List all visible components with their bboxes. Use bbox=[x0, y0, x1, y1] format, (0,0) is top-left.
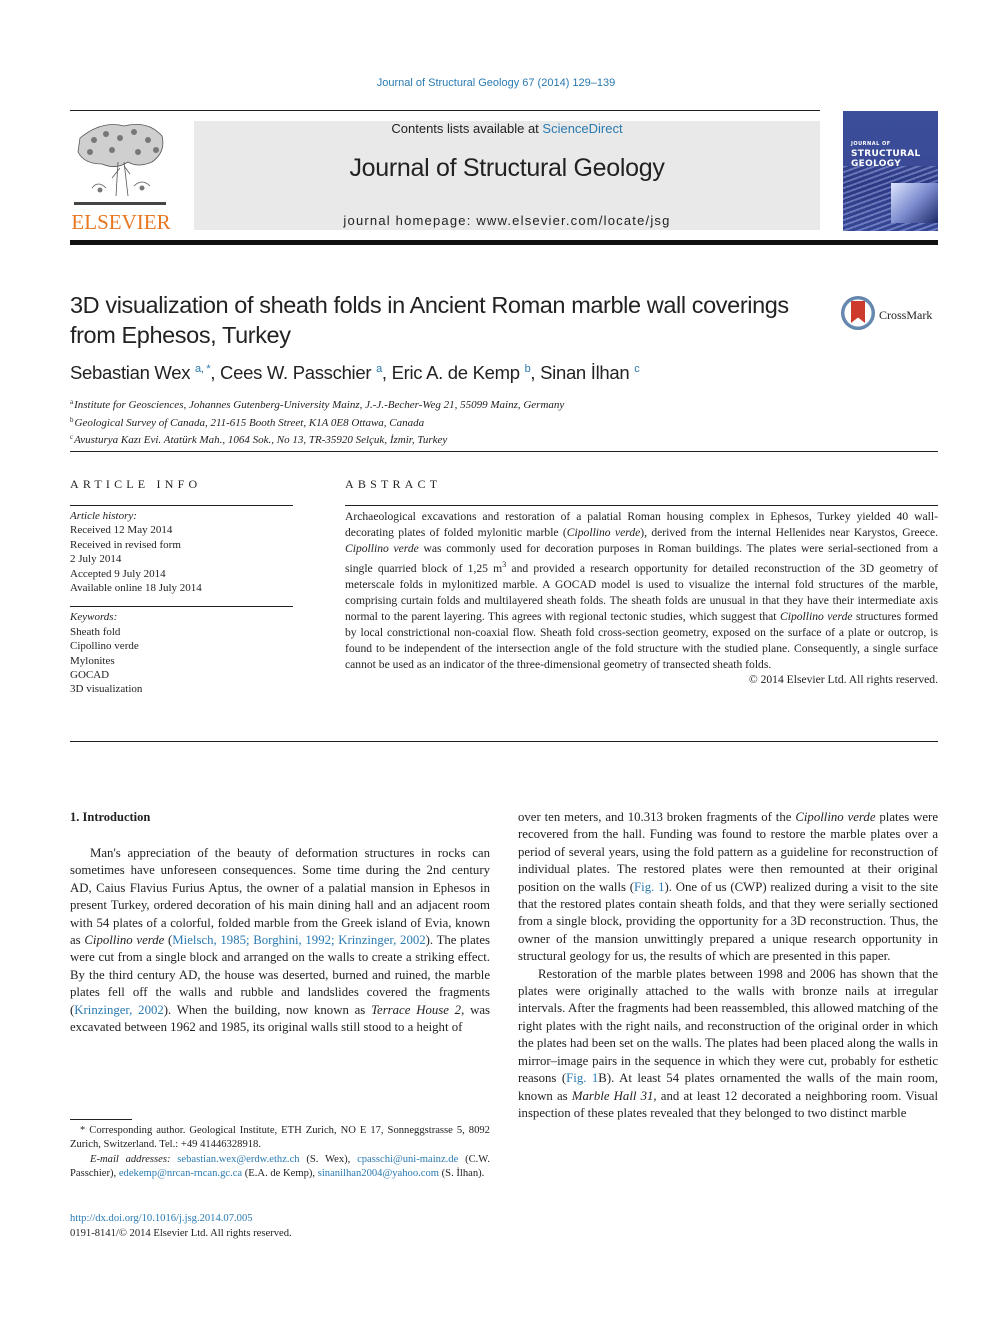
affiliation-text: Institute for Geosciences, Johannes Gute… bbox=[74, 399, 565, 411]
author-name[interactable]: Sebastian Wex bbox=[70, 362, 191, 383]
history-item: Received in revised form bbox=[70, 538, 181, 551]
journal-name: Journal of Structural Geology bbox=[349, 154, 665, 182]
keyword-item: GOCAD bbox=[70, 669, 110, 682]
article-info-rule bbox=[70, 505, 293, 506]
header-rule bbox=[70, 110, 820, 111]
keyword-item: Mylonites bbox=[70, 654, 115, 667]
cover-title-line1: JOURNAL OF bbox=[851, 141, 891, 147]
journal-banner: Contents lists available at ScienceDirec… bbox=[194, 121, 820, 230]
body-right-column: over ten meters, and 10.313 broken fragm… bbox=[518, 809, 938, 1122]
doi-block: http://dx.doi.org/10.1016/j.jsg.2014.07.… bbox=[70, 1211, 292, 1241]
abstract-divider bbox=[70, 741, 938, 742]
history-item: Received 12 May 2014 bbox=[70, 524, 173, 537]
affiliation-item: aInstitute for Geosciences, Johannes Gut… bbox=[70, 395, 564, 413]
affiliation-item: bGeological Survey of Canada, 211-615 Bo… bbox=[70, 413, 564, 431]
cover-rock-image bbox=[891, 183, 938, 223]
figure-link[interactable]: Fig. 1 bbox=[566, 1071, 598, 1085]
author-affil-marker[interactable]: c bbox=[634, 363, 640, 375]
email-link[interactable]: sebastian.wex@erdw.ethz.ch bbox=[177, 1154, 299, 1165]
keyword-item: Cipollino verde bbox=[70, 640, 139, 653]
keyword-item: 3D visualization bbox=[70, 683, 143, 696]
reference-link[interactable]: Krinzinger, 2002 bbox=[74, 1003, 164, 1017]
footnote-rule bbox=[70, 1119, 132, 1120]
body-left-column: Man's appreciation of the beauty of defo… bbox=[70, 845, 490, 1036]
elsevier-logo[interactable]: ELSEVIER bbox=[70, 118, 172, 234]
cover-title: JOURNAL OF STRUCTURAL GEOLOGY bbox=[851, 139, 921, 169]
affiliation-marker: b bbox=[70, 415, 74, 424]
contents-line: Contents lists available at ScienceDirec… bbox=[194, 121, 820, 136]
author-name[interactable]: Sinan İlhan bbox=[540, 362, 630, 383]
paragraph: Man's appreciation of the beauty of defo… bbox=[70, 846, 491, 1035]
author-name[interactable]: Eric A. de Kemp bbox=[392, 362, 520, 383]
issn-copyright: 0191-8141/© 2014 Elsevier Ltd. All right… bbox=[70, 1228, 292, 1239]
history-item: Available online 18 July 2014 bbox=[70, 582, 202, 595]
cover-title-line3: GEOLOGY bbox=[851, 159, 902, 169]
elsevier-wordmark: ELSEVIER bbox=[71, 210, 171, 234]
abstract-heading: ABSTRACT bbox=[345, 477, 442, 491]
journal-cover-image[interactable]: JOURNAL OF STRUCTURAL GEOLOGY bbox=[843, 111, 938, 231]
affiliation-marker: c bbox=[70, 433, 74, 441]
history-item: 2 July 2014 bbox=[70, 553, 122, 566]
keywords: Keywords: Sheath fold Cipollino verde My… bbox=[70, 610, 293, 696]
corresponding-author-note: * Corresponding author. Geological Insti… bbox=[70, 1125, 490, 1151]
article-history: Article history: Received 12 May 2014 Re… bbox=[70, 509, 293, 595]
article-title: 3D visualization of sheath folds in Anci… bbox=[70, 292, 789, 348]
article-info: ARTICLE INFO Article history: Received 1… bbox=[70, 477, 293, 697]
cover-title-line2: STRUCTURAL bbox=[851, 149, 921, 159]
affiliation-item: cAvusturya Kazı Evi. Atatürk Mah., 1064 … bbox=[70, 430, 564, 448]
journal-citation[interactable]: Journal of Structural Geology 67 (2014) … bbox=[0, 77, 992, 89]
sciencedirect-link[interactable]: ScienceDirect bbox=[542, 121, 622, 136]
affiliation-text: Geological Survey of Canada, 211-615 Boo… bbox=[74, 416, 425, 429]
abstract-text: Archaeological excavations and restorati… bbox=[345, 510, 938, 671]
figure-link[interactable]: Fig. 1 bbox=[634, 880, 664, 894]
author-list: Sebastian Wex a, *, Cees W. Passchier a,… bbox=[70, 362, 640, 384]
email-link[interactable]: cpasschi@uni-mainz.de bbox=[357, 1154, 458, 1165]
abstract: ABSTRACT Archaeological excavations and … bbox=[345, 477, 938, 686]
affiliation-text: Avusturya Kazı Evi. Atatürk Mah., 1064 S… bbox=[74, 434, 448, 446]
reference-link[interactable]: Mielsch, 1985; Borghini, 1992; Krinzinge… bbox=[172, 933, 425, 947]
keywords-header: Keywords: bbox=[70, 611, 118, 624]
author-name[interactable]: Cees W. Passchier bbox=[220, 362, 371, 383]
elsevier-tree-icon bbox=[72, 118, 168, 208]
doi-link[interactable]: http://dx.doi.org/10.1016/j.jsg.2014.07.… bbox=[70, 1213, 253, 1224]
email-addresses: E-mail addresses: sebastian.wex@erdw.eth… bbox=[70, 1153, 490, 1180]
keywords-rule bbox=[70, 606, 293, 608]
affiliation-divider bbox=[70, 451, 938, 452]
email-link[interactable]: edekemp@nrcan-rncan.gc.ca bbox=[119, 1168, 242, 1179]
keyword-item: Sheath fold bbox=[70, 625, 121, 638]
crossmark-label: CrossMark bbox=[879, 308, 933, 322]
affiliation-marker: a bbox=[70, 398, 74, 406]
journal-homepage[interactable]: journal homepage: www.elsevier.com/locat… bbox=[194, 213, 820, 228]
author-separator: , bbox=[381, 362, 392, 383]
author-affil-marker[interactable]: a, * bbox=[195, 363, 211, 375]
email-link[interactable]: sinanilhan2004@yahoo.com bbox=[318, 1168, 439, 1179]
article-history-header: Article history: bbox=[70, 510, 137, 522]
paragraph: Restoration of the marble plates between… bbox=[518, 966, 938, 1120]
history-item: Accepted 9 July 2014 bbox=[70, 567, 166, 580]
author-separator: , bbox=[530, 362, 541, 383]
header-thick-rule bbox=[70, 240, 938, 245]
abstract-copyright: © 2014 Elsevier Ltd. All rights reserved… bbox=[748, 672, 938, 686]
article-info-heading: ARTICLE INFO bbox=[70, 477, 202, 491]
crossmark-badge[interactable]: CrossMark bbox=[841, 296, 941, 336]
abstract-rule bbox=[345, 505, 938, 506]
footnotes: * Corresponding author. Geological Insti… bbox=[70, 1124, 490, 1182]
paragraph: over ten meters, and 10.313 broken fragm… bbox=[518, 810, 939, 964]
section-heading-introduction: 1. Introduction bbox=[70, 810, 151, 824]
author-separator: , bbox=[210, 362, 221, 383]
affiliation-list: aInstitute for Geosciences, Johannes Gut… bbox=[70, 395, 564, 448]
contents-prefix: Contents lists available at bbox=[391, 121, 543, 136]
